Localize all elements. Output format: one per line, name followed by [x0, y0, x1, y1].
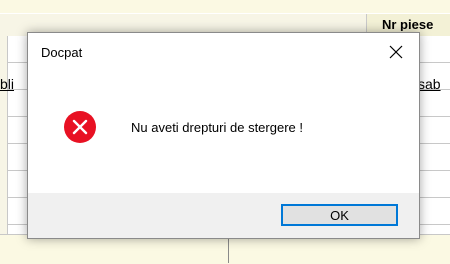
close-icon	[389, 45, 403, 59]
background-left-edge	[0, 36, 8, 234]
error-icon	[64, 111, 96, 143]
background-left-label[interactable]: bli	[0, 76, 14, 92]
dialog-title: Docpat	[41, 45, 83, 60]
dialog-content: Nu aveti drepturi de stergere !	[28, 71, 419, 193]
dialog-footer: OK	[28, 193, 419, 238]
background-right-label[interactable]: sab	[418, 76, 441, 92]
message-dialog: Docpat Nu aveti drepturi de stergere ! O…	[27, 32, 420, 239]
dialog-message: Nu aveti drepturi de stergere !	[131, 120, 303, 135]
background-top-bar	[0, 0, 450, 13]
close-button[interactable]	[373, 33, 419, 71]
ok-button-label: OK	[330, 207, 349, 223]
background-column-header-label: Nr piese	[382, 17, 434, 31]
dialog-title-bar[interactable]: Docpat	[28, 33, 419, 71]
ok-button[interactable]: OK	[281, 204, 398, 226]
